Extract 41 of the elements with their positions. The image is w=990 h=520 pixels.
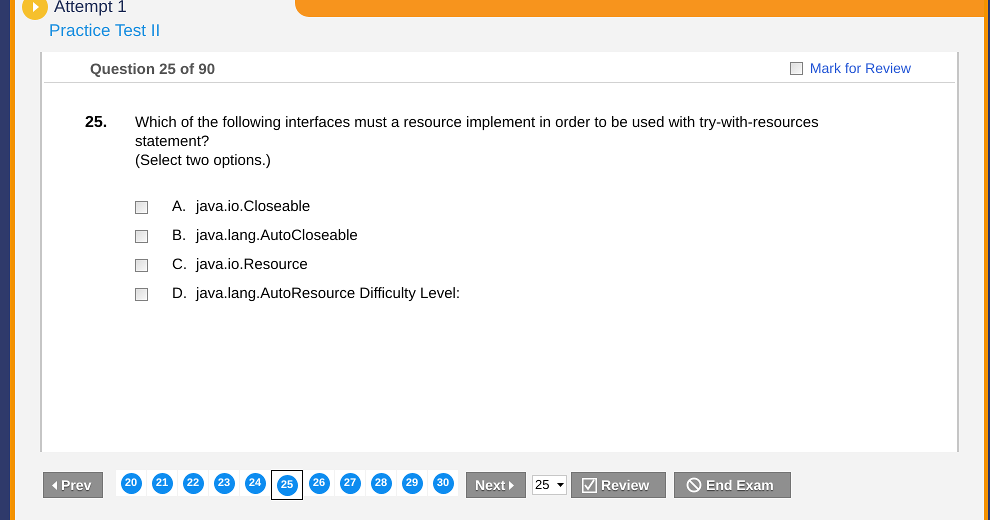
question-text: Which of the following interfaces must a resource implement in order to be used with try-with-resources statement?: [135, 113, 820, 151]
end-exam-button[interactable]: End Exam: [674, 472, 791, 498]
option-letter: D.: [172, 284, 188, 304]
page-number-button[interactable]: 24: [240, 470, 270, 496]
page-number-button[interactable]: 23: [209, 470, 239, 496]
page-number-button[interactable]: 20: [116, 470, 146, 496]
question-number: 25.: [85, 113, 108, 133]
right-triangle-icon: [509, 480, 514, 490]
option-checkbox[interactable]: [135, 200, 148, 214]
page-number-button[interactable]: 26: [304, 470, 334, 496]
page-number-button[interactable]: 21: [147, 470, 177, 496]
page-number-button[interactable]: 30: [428, 470, 458, 496]
option-checkbox[interactable]: [135, 288, 148, 300]
instruction-text: (Select two options.): [135, 151, 272, 170]
option-checkbox[interactable]: [135, 230, 148, 242]
dropdown-caret-icon: [557, 483, 564, 487]
page-number-button[interactable]: 25: [271, 470, 303, 500]
option-text: java.lang.AutoResource Difficulty Level:: [196, 284, 460, 304]
attempt-title: Attempt 1: [54, 0, 127, 18]
page-number-button[interactable]: 29: [397, 470, 427, 496]
page-number-button[interactable]: 27: [335, 470, 365, 496]
option-checkbox[interactable]: [135, 258, 148, 272]
option-text: java.io.Resource: [196, 254, 308, 275]
checked-box-icon: [582, 478, 597, 492]
option-text: java.io.Closeable: [196, 196, 310, 217]
option-letter: C.: [172, 254, 188, 275]
test-name: Practice Test II: [48, 20, 162, 42]
option-text: java.lang.AutoCloseable: [196, 226, 358, 246]
prev-button[interactable]: Prev: [43, 472, 103, 498]
left-triangle-icon: [52, 480, 57, 490]
review-button[interactable]: Review: [571, 472, 666, 498]
review-checkbox[interactable]: [790, 62, 803, 75]
question-heading: Question 25 of 90: [90, 60, 216, 80]
prohibited-icon: [686, 477, 702, 493]
page-number-button[interactable]: 22: [178, 470, 208, 496]
question-select[interactable]: 25: [532, 475, 567, 495]
next-button[interactable]: Next: [466, 472, 526, 498]
option-letter: A.: [172, 196, 188, 217]
page-number-button[interactable]: 28: [366, 470, 396, 496]
mark-for-review-link[interactable]: Mark for Review: [810, 58, 911, 79]
option-letter: B.: [172, 226, 188, 246]
